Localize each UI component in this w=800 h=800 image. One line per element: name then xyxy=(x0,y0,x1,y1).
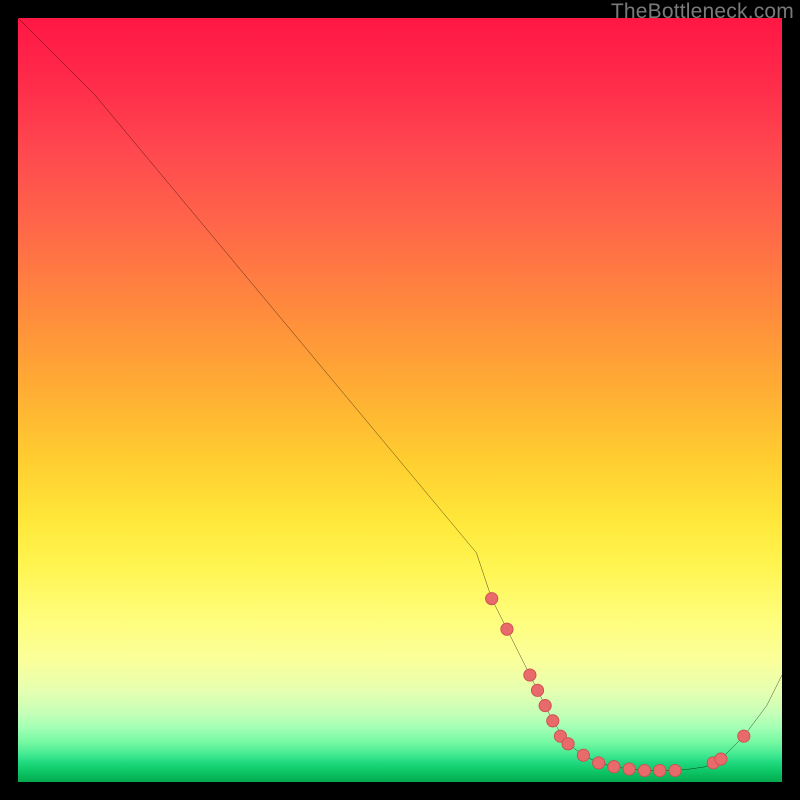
valley-marker xyxy=(524,669,536,681)
valley-marker xyxy=(638,764,650,776)
chart-frame: TheBottleneck.com xyxy=(0,0,800,800)
valley-marker xyxy=(623,763,635,775)
valley-marker xyxy=(501,623,513,635)
valley-marker xyxy=(738,730,750,742)
valley-marker xyxy=(547,715,559,727)
valley-marker xyxy=(669,764,681,776)
valley-marker xyxy=(539,699,551,711)
plot-area xyxy=(18,18,782,782)
watermark-text: TheBottleneck.com xyxy=(611,0,794,24)
valley-marker xyxy=(715,753,727,765)
valley-marker xyxy=(562,738,574,750)
valley-marker xyxy=(531,684,543,696)
curve-layer xyxy=(18,18,782,782)
valley-marker xyxy=(593,757,605,769)
valley-marker xyxy=(654,764,666,776)
valley-marker xyxy=(608,761,620,773)
curve-line xyxy=(18,18,782,771)
valley-marker xyxy=(486,593,498,605)
valley-marker xyxy=(577,749,589,761)
valley-markers xyxy=(486,593,750,777)
bottleneck-curve xyxy=(18,18,782,771)
